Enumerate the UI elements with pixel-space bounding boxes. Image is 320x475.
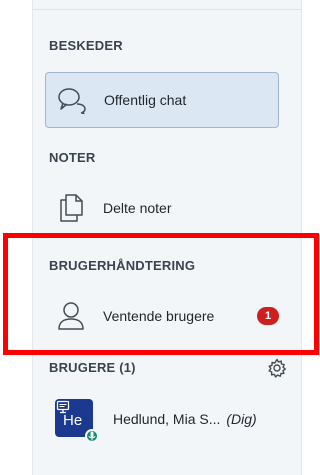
users-header: BRUGERE (1)	[49, 358, 286, 380]
user-list-item[interactable]: He Hedlund, Mia S... (Dig)	[49, 395, 289, 447]
notes-section-title: NOTER	[49, 150, 96, 165]
presenter-icon	[56, 400, 70, 414]
public-chat-item[interactable]: Offentlig chat	[45, 72, 279, 128]
documents-icon	[51, 188, 91, 228]
top-divider	[33, 9, 301, 10]
users-section-title: BRUGERE (1)	[49, 360, 136, 375]
messages-section-title: BESKEDER	[49, 38, 123, 53]
public-chat-label: Offentlig chat	[104, 92, 187, 108]
shared-notes-label: Delte noter	[103, 200, 172, 216]
chat-bubbles-icon	[52, 80, 92, 120]
gear-icon[interactable]	[267, 358, 287, 378]
shared-notes-item[interactable]: Delte noter	[45, 180, 279, 236]
user-you-label: (Dig)	[226, 411, 257, 427]
highlight-box	[3, 233, 319, 355]
microphone-icon	[85, 429, 99, 443]
user-name: Hedlund, Mia S... (Dig)	[113, 411, 257, 427]
user-name-text: Hedlund, Mia S...	[113, 411, 221, 427]
avatar-initials: He	[63, 412, 83, 429]
